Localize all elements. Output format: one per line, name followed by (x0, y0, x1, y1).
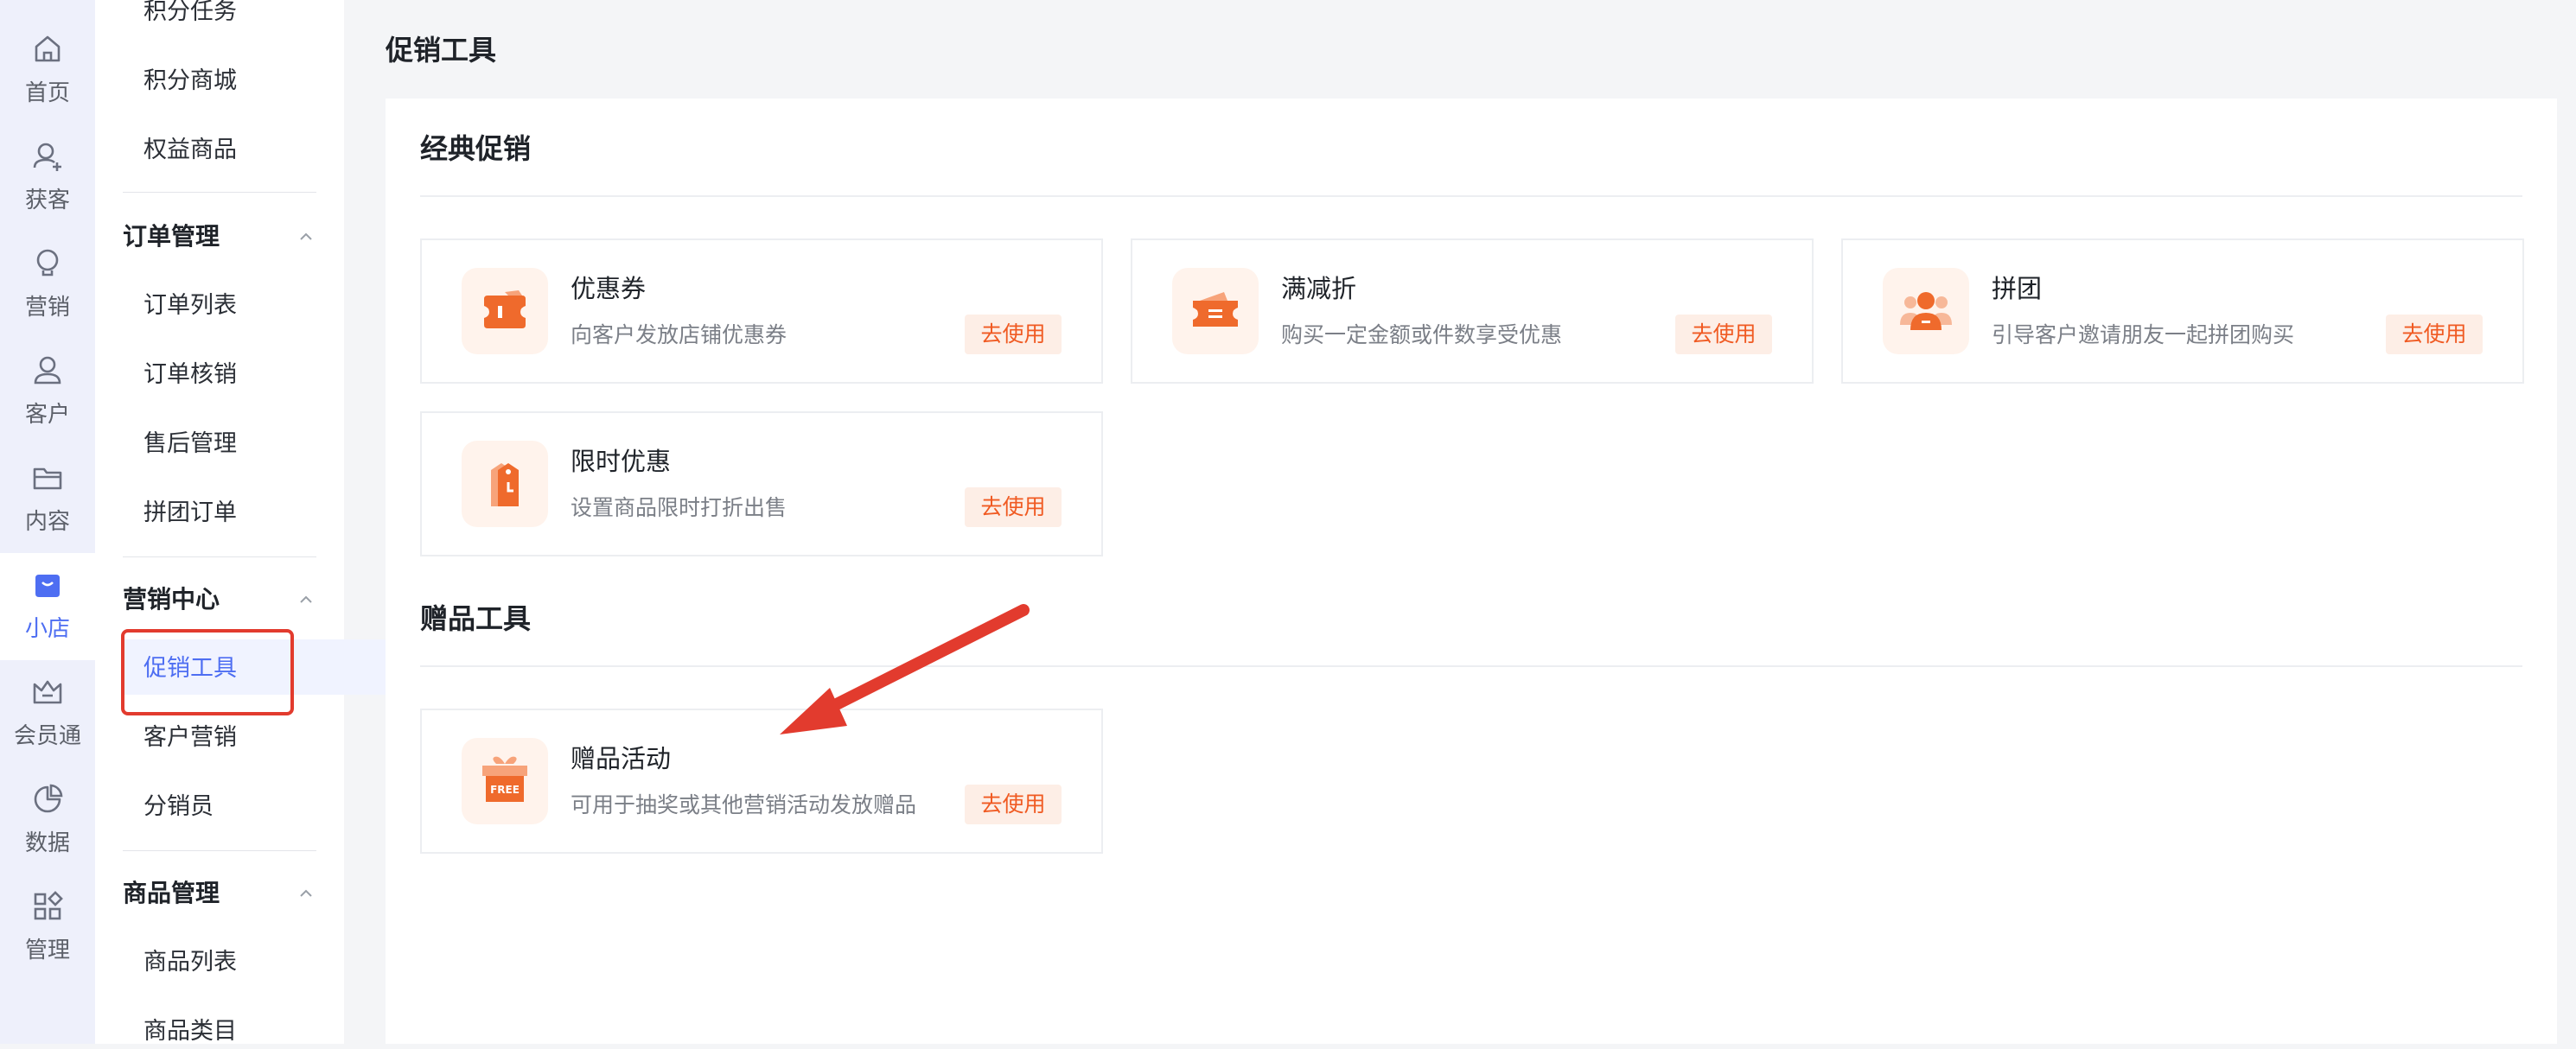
home-icon (35, 35, 61, 62)
use-button[interactable]: 去使用 (2386, 315, 2483, 354)
card-desc: 购买一定金额或件数享受优惠 (1281, 322, 1563, 347)
secondary-nav: 积分任务 积分商城 权益商品 订单管理 订单列表 订单核销 售后管理 拼团订单 … (95, 0, 427, 1045)
chevron-up-icon[interactable] (296, 589, 316, 610)
rail-label-home: 首页 (24, 80, 70, 106)
rail-item-shop[interactable]: 小店 (0, 553, 95, 660)
card-title: 限时优惠 (571, 447, 672, 476)
card-group-buy[interactable]: 拼团 引导客户邀请朋友一起拼团购买 去使用 (1841, 238, 2524, 384)
pie-chart-icon (34, 784, 63, 813)
use-button[interactable]: 去使用 (1675, 315, 1772, 354)
rail-item-content[interactable]: 内容 (0, 446, 95, 553)
rail-label-shop: 小店 (24, 616, 70, 642)
subnav-item-customer-marketing[interactable]: 客户营销 (143, 721, 237, 755)
rail-label-customer: 客户 (24, 402, 70, 428)
card-limited-time[interactable]: 限时优惠 设置商品限时打折出售 去使用 (420, 411, 1103, 556)
card-desc: 引导客户邀请朋友一起拼团购买 (1992, 322, 2295, 347)
subnav-item-order-verify[interactable]: 订单核销 (143, 358, 237, 392)
bulb-icon (36, 249, 59, 277)
rail-label-data: 数据 (24, 830, 70, 856)
left-rail: 首页 获客 营销 客户 内容 小店 会员通 数据 管理 (0, 0, 95, 1044)
grid-icon (34, 891, 63, 920)
card-desc: 设置商品限时打折出售 (571, 495, 787, 520)
rail-item-marketing[interactable]: 营销 (0, 232, 95, 339)
subnav-item-benefit-goods[interactable]: 权益商品 (143, 133, 237, 168)
card-title: 赠品活动 (571, 744, 672, 773)
section-divider (420, 665, 2522, 667)
card-title: 拼团 (1992, 274, 2043, 303)
subnav-item-points-mall[interactable]: 积分商城 (143, 64, 237, 99)
subnav-divider (123, 556, 316, 557)
discount-ticket-icon (1172, 268, 1259, 354)
rail-label-membership: 会员通 (13, 723, 81, 749)
card-desc: 向客户发放店铺优惠券 (571, 322, 787, 347)
user-icon (34, 356, 61, 385)
subnav-divider (123, 850, 316, 851)
folder-icon (33, 467, 62, 490)
subnav-item-goods-list[interactable]: 商品列表 (143, 945, 237, 980)
rail-item-acquire[interactable]: 获客 (0, 124, 95, 232)
user-plus-icon (33, 143, 61, 171)
rail-label-content: 内容 (24, 509, 70, 535)
use-button[interactable]: 去使用 (965, 487, 1062, 527)
shop-icon (35, 575, 60, 597)
free-badge-text: FREE (490, 784, 520, 796)
free-gift-icon: FREE (462, 738, 548, 824)
subnav-item-after-sales[interactable]: 售后管理 (143, 427, 237, 461)
crown-icon (33, 680, 62, 704)
main-panel: 经典促销 优惠券 向客户发放店铺优惠券 去使用 满减折 购买一定金额或件数享受优… (386, 99, 2557, 1044)
section-title-gift: 赠品工具 (420, 602, 532, 635)
card-desc: 可用于抽奖或其他营销活动发放赠品 (571, 792, 917, 817)
rail-item-manage[interactable]: 管理 (0, 874, 95, 982)
subnav-item-order-list[interactable]: 订单列表 (143, 289, 237, 323)
subnav-item-goods-category[interactable]: 商品类目 (143, 1014, 237, 1049)
rail-item-home[interactable]: 首页 (0, 17, 95, 124)
page-title: 促销工具 (386, 34, 497, 67)
subnav-item-group-orders[interactable]: 拼团订单 (143, 496, 237, 531)
subnav-item-distributors[interactable]: 分销员 (143, 790, 214, 824)
group-buy-icon (1883, 268, 1969, 354)
annotation-arrow-icon (780, 604, 1030, 734)
card-full-reduction[interactable]: 满减折 购买一定金额或件数享受优惠 去使用 (1131, 238, 1814, 384)
rail-item-membership[interactable]: 会员通 (0, 660, 95, 767)
use-button[interactable]: 去使用 (965, 315, 1062, 354)
card-coupon[interactable]: 优惠券 向客户发放店铺优惠券 去使用 (420, 238, 1103, 384)
rail-label-acquire: 获客 (24, 188, 70, 213)
section-title-classic: 经典促销 (420, 132, 532, 165)
rail-label-manage: 管理 (24, 938, 70, 963)
rail-label-marketing: 营销 (24, 295, 70, 321)
chevron-up-icon[interactable] (296, 883, 316, 904)
group-title-orders[interactable]: 订单管理 (123, 219, 220, 254)
rail-item-data[interactable]: 数据 (0, 767, 95, 874)
subnav-divider (123, 192, 316, 193)
card-title: 优惠券 (571, 274, 647, 303)
section-divider (420, 195, 2522, 197)
rail-item-customer[interactable]: 客户 (0, 339, 95, 446)
subnav-item-points-tasks[interactable]: 积分任务 (143, 0, 237, 29)
highlight-annotation-box (121, 629, 294, 715)
group-title-marketing-center[interactable]: 营销中心 (123, 582, 220, 617)
group-title-goods[interactable]: 商品管理 (123, 876, 220, 911)
price-tag-clock-icon (462, 441, 548, 527)
coupon-icon (462, 268, 548, 354)
card-title: 满减折 (1281, 274, 1357, 303)
chevron-up-icon[interactable] (296, 226, 316, 247)
use-button[interactable]: 去使用 (965, 785, 1062, 824)
